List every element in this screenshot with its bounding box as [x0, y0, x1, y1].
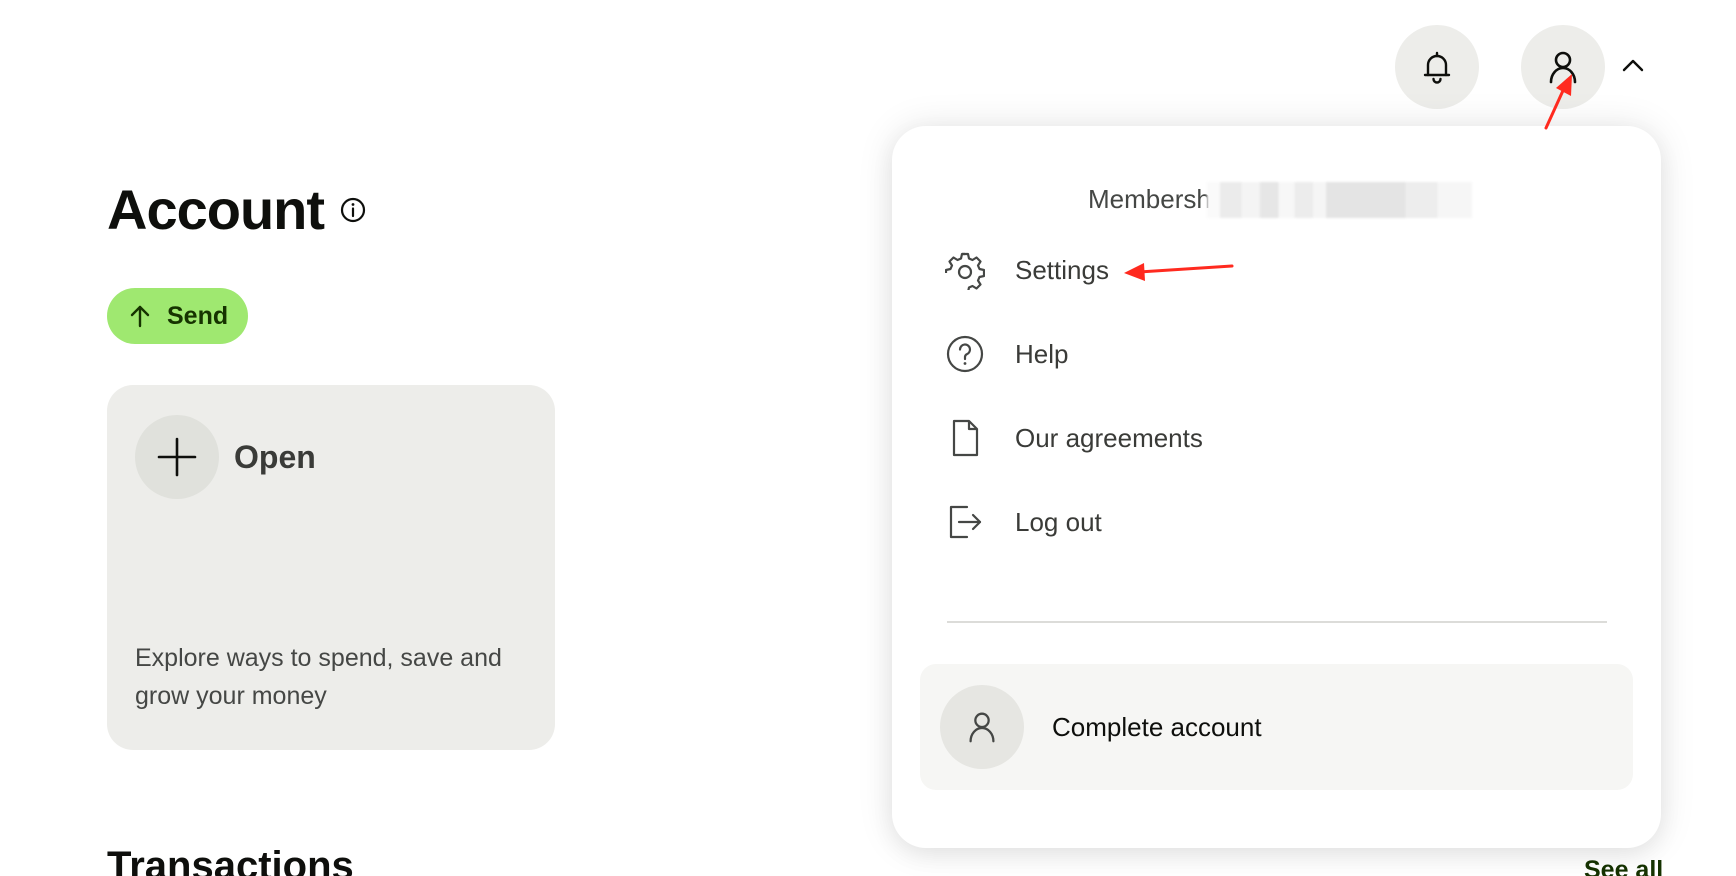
membership-number: Membersh: [1088, 184, 1211, 214]
see-all-link[interactable]: See all: [1584, 856, 1663, 876]
membership-redacted: [1207, 182, 1472, 218]
document-icon: [952, 419, 979, 457]
help-circle-icon: [946, 335, 984, 373]
open-card-label: Open: [234, 439, 316, 475]
menu-item-agreements[interactable]: Our agreements: [945, 408, 1203, 468]
open-plus-circle: [135, 415, 219, 499]
avatar: [940, 685, 1024, 769]
profile-menu-button[interactable]: [1521, 25, 1605, 109]
account-page: Account Send Open Explore ways to spend,…: [0, 0, 1736, 876]
transactions-heading: Transactions: [107, 844, 354, 876]
chevron-up-icon[interactable]: [1618, 54, 1648, 78]
user-icon: [1549, 51, 1577, 84]
info-icon[interactable]: [340, 197, 366, 223]
notifications-button[interactable]: [1395, 25, 1479, 109]
send-button[interactable]: Send: [107, 288, 249, 344]
arrow-up-icon: [130, 305, 150, 328]
user-icon: [969, 712, 995, 743]
open-card-description: Explore ways to spend, save and grow you…: [135, 644, 502, 710]
bell-icon: [1423, 51, 1451, 84]
open-account-card[interactable]: Open Explore ways to spend, save and gro…: [107, 385, 555, 750]
menu-item-help[interactable]: Help: [945, 324, 1068, 384]
plus-icon: [157, 437, 197, 477]
menu-item-settings[interactable]: Settings: [945, 240, 1109, 300]
complete-account-label: Complete account: [1052, 711, 1262, 742]
page-title-row: Account: [107, 182, 366, 238]
logout-icon: [949, 505, 982, 539]
menu-item-label: Log out: [1015, 506, 1102, 537]
complete-account-button[interactable]: Complete account: [920, 664, 1633, 790]
menu-divider: [947, 621, 1607, 623]
send-button-label: Send: [167, 301, 229, 330]
menu-item-log-out[interactable]: Log out: [945, 492, 1102, 552]
menu-item-label: Settings: [1015, 254, 1109, 285]
gear-icon: [945, 252, 985, 290]
profile-dropdown-menu: Membersh Settings Help Our agreements Lo…: [892, 126, 1661, 848]
menu-item-label: Help: [1015, 338, 1069, 369]
page-title: Account: [107, 178, 325, 241]
menu-item-label: Our agreements: [1015, 422, 1203, 453]
